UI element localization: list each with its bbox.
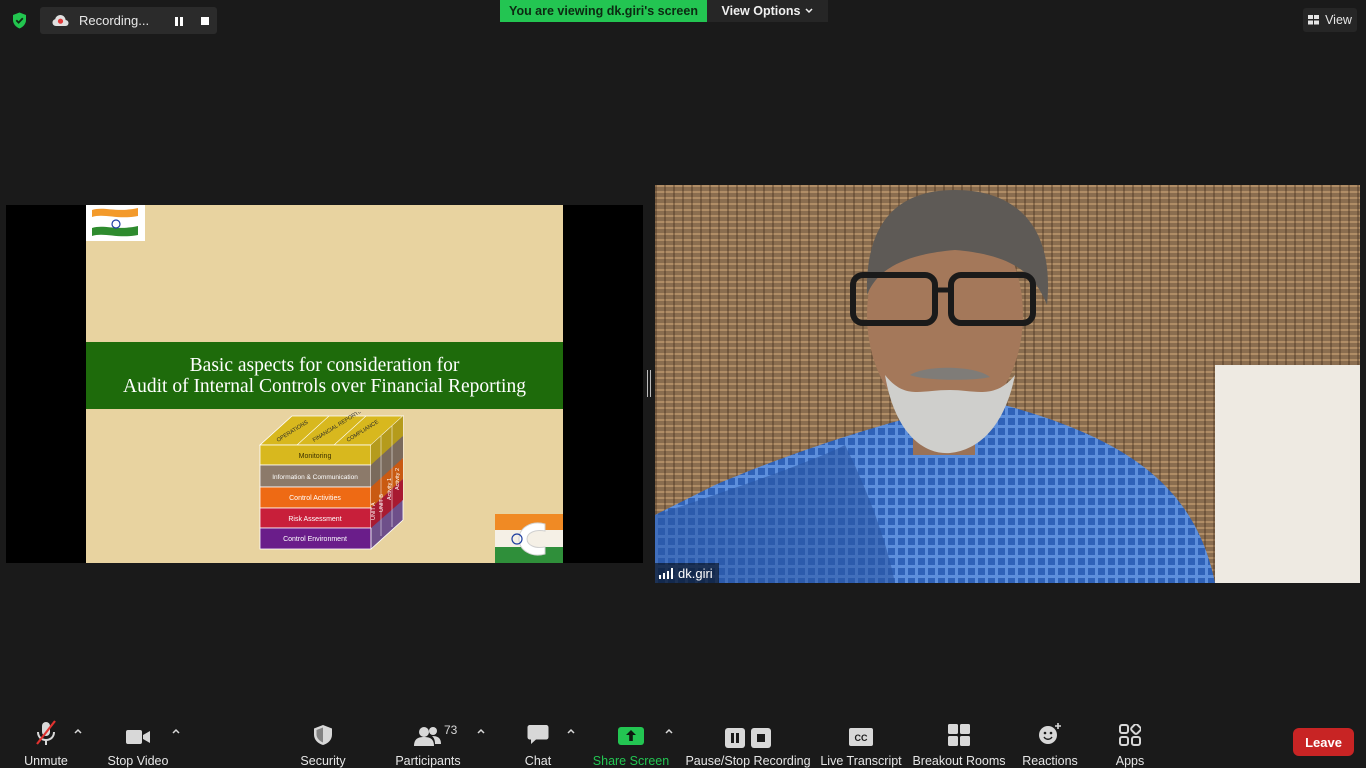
- chat-label: Chat: [524, 754, 552, 768]
- participant-video-tile: dk.giri: [655, 185, 1360, 583]
- pause-recording-icon: [725, 728, 745, 748]
- slide-title-line-2: Audit of Internal Controls over Financia…: [123, 375, 526, 397]
- pause-recording-button[interactable]: [172, 14, 186, 28]
- stop-recording-button[interactable]: [198, 14, 212, 28]
- pause-stop-recording-button[interactable]: Pause/Stop Recording: [685, 712, 811, 768]
- view-label: View: [1325, 13, 1352, 27]
- cloud-recording-icon: [52, 15, 69, 26]
- cube-side-label-activity-2: Activity 2: [395, 468, 401, 490]
- apps-label: Apps: [1115, 754, 1145, 768]
- audio-options-chevron-up-icon[interactable]: [73, 726, 83, 736]
- apps-button[interactable]: Apps: [1112, 712, 1148, 768]
- chevron-down-icon: [805, 8, 813, 14]
- svg-text:CC: CC: [855, 733, 868, 743]
- chat-bubble-icon: [527, 725, 549, 744]
- chat-options-chevron-up-icon[interactable]: [566, 726, 576, 736]
- encryption-shield-button[interactable]: [8, 9, 30, 31]
- cube-side-label-unit-a: UNIT A: [371, 502, 377, 520]
- share-screen-label: Share Screen: [592, 754, 670, 768]
- pause-icon: [175, 16, 183, 26]
- participants-button[interactable]: Participants: [393, 712, 463, 768]
- reactions-smiley-icon: [1039, 723, 1061, 744]
- cube-side-label-activity-1: Activity 1: [387, 478, 393, 500]
- share-screen-icon: [618, 727, 644, 745]
- cube-layer-control-activities: Control Activities: [289, 495, 341, 502]
- cube-layer-control-environment: Control Environment: [283, 536, 347, 543]
- microphone-muted-icon: [36, 720, 56, 745]
- stop-recording-icon: [751, 728, 771, 748]
- reactions-button[interactable]: Reactions: [1021, 712, 1079, 768]
- share-screen-button[interactable]: Share Screen: [592, 712, 670, 768]
- stop-icon: [201, 17, 209, 25]
- participants-count-badge: 73: [444, 723, 458, 737]
- video-camera-icon: [126, 730, 150, 744]
- chat-button[interactable]: Chat: [518, 712, 558, 768]
- india-flag-logo: [86, 205, 145, 241]
- cube-layer-monitoring: Monitoring: [299, 453, 332, 460]
- participants-icon: [414, 727, 441, 746]
- slide-title-line-1: Basic aspects for consideration for: [189, 354, 460, 376]
- apps-icon: [1119, 724, 1141, 746]
- coso-cube-diagram: OPERATIONS FINANCIAL REPORTING COMPLIANC…: [258, 412, 405, 550]
- view-options-label: View Options: [721, 4, 801, 18]
- participant-name: dk.giri: [678, 565, 713, 581]
- cube-layer-information-communication: Information & Communication: [272, 474, 358, 481]
- signal-strength-icon: [659, 567, 673, 579]
- slide-title-band: Basic aspects for consideration for Audi…: [86, 342, 563, 409]
- meeting-controls-toolbar: Unmute Stop Video Security Participants …: [0, 712, 1366, 768]
- participant-name-tag: dk.giri: [655, 563, 719, 583]
- video-options-chevron-up-icon[interactable]: [171, 726, 181, 736]
- security-label: Security: [300, 754, 346, 768]
- view-layout-button[interactable]: View: [1303, 8, 1357, 32]
- stop-video-label: Stop Video: [107, 754, 169, 768]
- share-options-chevron-up-icon[interactable]: [664, 726, 674, 736]
- presentation-slide: Basic aspects for consideration for Audi…: [86, 205, 563, 563]
- reactions-label: Reactions: [1022, 754, 1078, 768]
- grid-view-icon: [1308, 15, 1320, 25]
- shared-screen: Basic aspects for consideration for Audi…: [6, 205, 643, 563]
- cube-layer-risk-assessment: Risk Assessment: [288, 516, 341, 523]
- leave-meeting-button[interactable]: Leave: [1293, 728, 1354, 756]
- breakout-rooms-label: Breakout Rooms: [912, 754, 1006, 768]
- participant-video-feed: [655, 185, 1360, 583]
- unmute-label: Unmute: [24, 754, 68, 768]
- participants-options-chevron-up-icon[interactable]: [476, 726, 486, 736]
- recording-status-text: Recording...: [79, 13, 150, 28]
- breakout-rooms-icon: [948, 724, 970, 746]
- shield-check-icon: [12, 12, 26, 28]
- pause-stop-recording-label: Pause/Stop Recording: [685, 754, 811, 768]
- recording-indicator: Recording...: [40, 7, 217, 34]
- unmute-button[interactable]: Unmute: [18, 712, 74, 768]
- view-options-button[interactable]: View Options: [707, 0, 828, 22]
- split-view-resize-handle[interactable]: [647, 370, 651, 397]
- closed-caption-icon: CC: [849, 728, 873, 746]
- security-button[interactable]: Security: [297, 712, 349, 768]
- stop-video-button[interactable]: Stop Video: [106, 712, 170, 768]
- tricolor-emblem-logo: [495, 514, 563, 563]
- cube-side-label-unit-b: UNIT B: [379, 494, 385, 512]
- live-transcript-label: Live Transcript: [820, 754, 902, 768]
- breakout-rooms-button[interactable]: Breakout Rooms: [912, 712, 1006, 768]
- viewing-screen-banner: You are viewing dk.giri's screen: [500, 0, 707, 22]
- participants-label: Participants: [395, 754, 461, 768]
- security-shield-icon: [314, 725, 332, 745]
- live-transcript-button[interactable]: CC Live Transcript: [820, 712, 902, 768]
